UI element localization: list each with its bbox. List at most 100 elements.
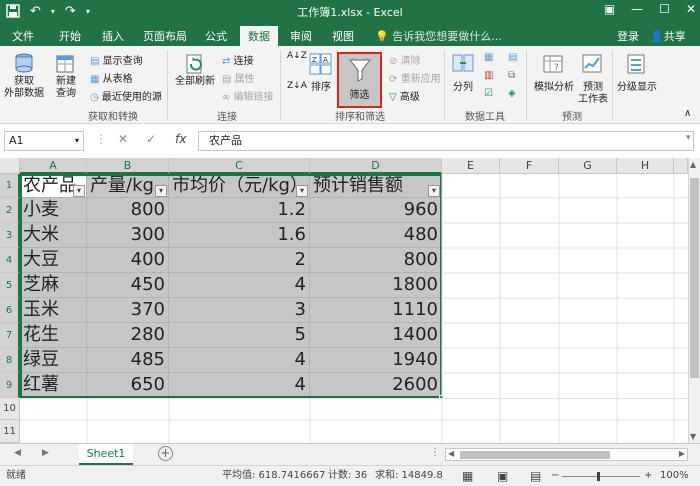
- flash-fill-icon[interactable]: ▦: [484, 52, 493, 63]
- insert-function-icon[interactable]: fx: [175, 132, 186, 146]
- connections-icon: ⇄: [222, 56, 231, 67]
- maximize-icon[interactable]: ☐: [659, 2, 670, 16]
- connections-button[interactable]: ⇄ 连接: [222, 52, 254, 67]
- group-separator: [280, 50, 281, 120]
- scroll-down-icon[interactable]: ▼: [690, 432, 696, 441]
- share-button[interactable]: 👤共享: [650, 28, 686, 44]
- tab-home[interactable]: 开始: [59, 28, 81, 44]
- more-icon: ⋮: [95, 132, 107, 146]
- sort-dialog-icon: ZA: [309, 53, 332, 75]
- add-sheet-icon[interactable]: +: [158, 446, 173, 461]
- tab-file[interactable]: 文件: [12, 28, 34, 44]
- ribbon-tabs: 文件 开始 插入 页面布局 公式 数据 审阅 视图 💡 告诉我您想要做什么...…: [0, 24, 700, 46]
- clear-button[interactable]: ⊘ 清除: [389, 52, 421, 67]
- sheet-tab-bar: ◀ ▶ Sheet1 + ⋮ ◀ ▶: [0, 443, 700, 465]
- close-icon[interactable]: ✕: [686, 2, 696, 16]
- group-label-data-tools: 数据工具: [465, 112, 505, 123]
- refresh-all-button[interactable]: 全部刷新: [172, 52, 218, 88]
- remove-duplicates-icon[interactable]: ▥: [484, 70, 493, 81]
- cancel-icon[interactable]: ✕: [118, 132, 128, 146]
- reapply-icon: ⟳: [389, 74, 398, 85]
- group-separator: [526, 50, 527, 120]
- sort-za-button[interactable]: Z↓A: [287, 82, 307, 91]
- tab-data[interactable]: 数据: [240, 26, 278, 46]
- status-ready: 就绪: [6, 470, 26, 481]
- manage-data-model-icon[interactable]: ◈: [508, 88, 516, 99]
- tab-formulas[interactable]: 公式: [205, 28, 227, 44]
- reapply-button[interactable]: ⟳ 重新应用: [389, 70, 441, 85]
- scrollbar-thumb[interactable]: [690, 178, 699, 378]
- ribbon-display-options-icon[interactable]: ▣: [604, 2, 615, 16]
- group-separator: [612, 50, 613, 120]
- refresh-icon: [186, 54, 202, 74]
- expand-formula-bar-icon[interactable]: ▾: [686, 133, 691, 143]
- get-external-data-button[interactable]: 获取 外部数据: [4, 52, 44, 100]
- relationships-icon[interactable]: ⧉: [508, 70, 515, 81]
- from-table-button[interactable]: ▦ 从表格: [90, 70, 133, 85]
- zoom-out-icon[interactable]: −: [551, 466, 559, 486]
- title-bar: ↶ ▾ ↷ ▾ 工作簿1.xlsx - Excel ▣ — ☐ ✕: [0, 0, 700, 24]
- tab-view[interactable]: 视图: [332, 28, 354, 44]
- worksheet-grid[interactable]: A B C D E F G H 1 2 3 4 5 6 7 8 9 10 11 …: [0, 158, 688, 443]
- minimize-icon[interactable]: —: [631, 2, 643, 16]
- svg-text:A: A: [323, 56, 328, 64]
- new-query-button[interactable]: 新建 查询: [48, 52, 84, 100]
- scroll-up-icon[interactable]: ▲: [690, 160, 696, 169]
- edit-links-button[interactable]: ∞ 编辑链接: [222, 88, 274, 103]
- tab-page-layout[interactable]: 页面布局: [143, 28, 187, 44]
- sort-button[interactable]: ZA 排序: [306, 52, 336, 94]
- window-controls: ▣ — ☐ ✕: [604, 2, 696, 16]
- data-validation-icon[interactable]: ☑: [484, 88, 493, 99]
- scroll-right-icon[interactable]: ▶: [679, 449, 685, 458]
- page-break-view-icon[interactable]: ▤: [530, 466, 541, 486]
- zoom-slider-thumb[interactable]: [597, 472, 600, 481]
- status-count[interactable]: 计数: 36: [328, 466, 367, 486]
- group-separator: [444, 50, 445, 120]
- horizontal-scrollbar[interactable]: ◀ ▶: [445, 448, 688, 461]
- tell-me-search[interactable]: 💡 告诉我您想要做什么...: [375, 28, 502, 44]
- collapse-ribbon-icon[interactable]: ∧: [684, 108, 691, 119]
- properties-button[interactable]: ▤ 属性: [222, 70, 255, 85]
- filter-button[interactable]: 筛选: [337, 52, 382, 108]
- zoom-level[interactable]: 100%: [660, 466, 689, 486]
- text-to-columns-button[interactable]: 分列: [448, 52, 478, 94]
- zoom-in-icon[interactable]: +: [644, 466, 652, 486]
- sign-in-link[interactable]: 登录: [617, 28, 639, 44]
- scroll-tabs-right-icon[interactable]: ▶: [42, 448, 49, 458]
- outline-button[interactable]: 分级显示: [614, 52, 660, 94]
- what-if-analysis-button[interactable]: ? 模拟分析: [532, 52, 576, 94]
- split-columns-icon: [452, 54, 474, 72]
- properties-icon: ▤: [222, 74, 232, 85]
- page-layout-view-icon[interactable]: ▣: [497, 466, 508, 486]
- consolidate-icon[interactable]: ▤: [508, 52, 517, 63]
- tab-review[interactable]: 审阅: [290, 28, 312, 44]
- zoom-slider-track[interactable]: [562, 476, 640, 477]
- tab-insert[interactable]: 插入: [102, 28, 124, 44]
- show-queries-button[interactable]: ▤ 显示查询: [90, 52, 143, 67]
- advanced-button[interactable]: ▽ 高级: [389, 88, 420, 103]
- name-box[interactable]: A1 ▾: [4, 131, 84, 151]
- link-icon: ∞: [222, 92, 231, 103]
- formula-input[interactable]: 农产品: [198, 131, 694, 151]
- scroll-tabs-left-icon[interactable]: ◀: [14, 448, 21, 458]
- database-icon: [15, 53, 33, 73]
- status-sum[interactable]: 求和: 14849.8: [375, 466, 443, 486]
- vertical-scrollbar[interactable]: ▲ ▼: [688, 158, 700, 443]
- enter-icon[interactable]: ✓: [146, 132, 156, 146]
- formula-bar: A1 ▾ ⋮ ✕ ✓ fx 农产品 ▾: [0, 127, 700, 155]
- sort-descending-icon: Z↓A: [287, 81, 307, 91]
- status-average[interactable]: 平均值: 618.7416667: [222, 466, 325, 486]
- forecast-sheet-button[interactable]: 预测 工作表: [576, 52, 610, 106]
- status-bar: 就绪 平均值: 618.7416667 计数: 36 求和: 14849.8 ▦…: [0, 465, 700, 486]
- tab-split-handle[interactable]: ⋮: [430, 447, 440, 458]
- svg-text:Z: Z: [312, 56, 317, 64]
- sort-az-button[interactable]: A↓Z: [287, 52, 307, 61]
- table-icon: ▦: [90, 74, 100, 85]
- scroll-left-icon[interactable]: ◀: [448, 449, 454, 458]
- recent-sources-button[interactable]: ◷ 最近使用的源: [90, 88, 162, 103]
- sheet-tab-sheet1[interactable]: Sheet1: [79, 444, 133, 465]
- ribbon: 获取 外部数据 新建 查询 ▤ 显示查询 ▦ 从表格 ◷ 最近使用的源 获取和转…: [0, 46, 700, 124]
- hscroll-thumb[interactable]: [460, 451, 610, 459]
- normal-view-icon[interactable]: ▦: [462, 466, 473, 486]
- chevron-down-icon[interactable]: ▾: [75, 132, 79, 150]
